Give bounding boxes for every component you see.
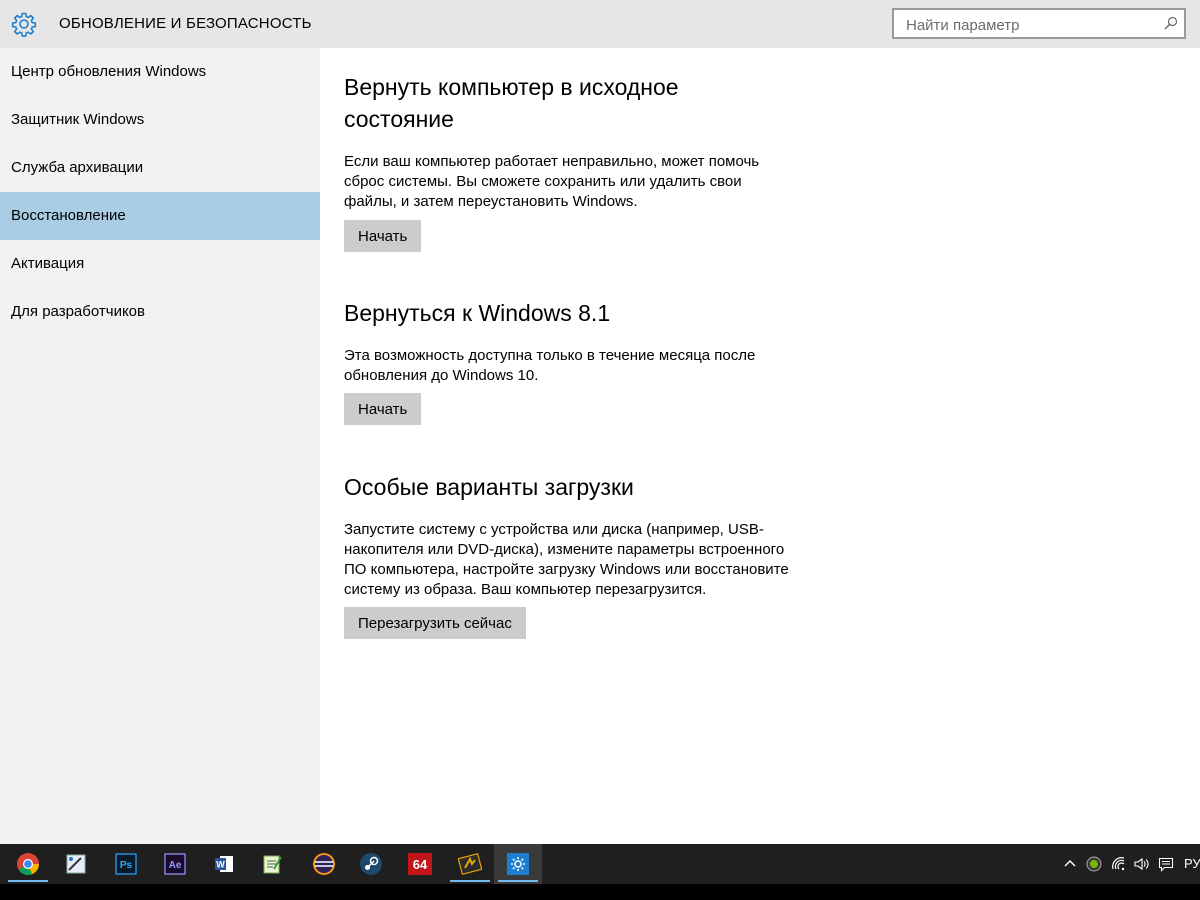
- taskbar-app-eclipse[interactable]: [300, 844, 348, 884]
- svg-text:Ae: Ae: [169, 860, 182, 871]
- taskbar: Ps Ae W 64 РУ: [0, 844, 1200, 884]
- sidebar: Центр обновления Windows Защитник Window…: [0, 48, 320, 844]
- sidebar-item-windows-update[interactable]: Центр обновления Windows: [0, 48, 320, 96]
- search-input[interactable]: [904, 15, 1158, 35]
- after-effects-icon: Ae: [164, 853, 186, 875]
- restart-now-button[interactable]: Перезагрузить сейчас: [344, 607, 526, 639]
- svg-text:Ps: Ps: [120, 860, 133, 871]
- aida64-icon: 64: [408, 853, 432, 875]
- nvidia-icon[interactable]: [1086, 856, 1102, 872]
- sidebar-item-windows-defender[interactable]: Защитник Windows: [0, 96, 320, 144]
- sidebar-item-recovery[interactable]: Восстановление: [0, 192, 320, 240]
- taskbar-app-winamp[interactable]: [446, 844, 494, 884]
- taskbar-app-paint[interactable]: [52, 844, 100, 884]
- search-icon[interactable]: [1164, 16, 1178, 30]
- taskbar-app-aida64[interactable]: 64: [396, 844, 444, 884]
- section-description-advanced-startup: Запустите систему с устройства или диска…: [344, 521, 789, 598]
- taskbar-app-word[interactable]: W: [200, 844, 248, 884]
- header-bar: ОБНОВЛЕНИЕ И БЕЗОПАСНОСТЬ: [0, 0, 1200, 48]
- taskbar-app-after-effects[interactable]: Ae: [151, 844, 199, 884]
- steam-icon: [360, 853, 382, 875]
- gear-icon: [11, 12, 37, 37]
- svg-text:64: 64: [413, 857, 428, 872]
- taskbar-app-steam[interactable]: [347, 844, 395, 884]
- winamp-icon: [458, 852, 482, 876]
- paint-icon: [66, 854, 86, 874]
- network-icon[interactable]: [1111, 856, 1127, 872]
- reset-pc-start-button[interactable]: Начать: [344, 220, 422, 252]
- chevron-up-icon[interactable]: [1062, 856, 1078, 872]
- section-title-advanced-startup: Особые варианты загрузки: [344, 474, 634, 500]
- svg-text:W: W: [216, 860, 225, 870]
- notepad-plus-plus-icon: [263, 855, 282, 874]
- page-title: ОБНОВЛЕНИЕ И БЕЗОПАСНОСТЬ: [59, 15, 312, 32]
- taskbar-app-settings[interactable]: [494, 844, 542, 884]
- section-description-go-back-windows-81: Эта возможность доступна только в течени…: [344, 347, 756, 384]
- taskbar-app-photoshop[interactable]: Ps: [102, 844, 150, 884]
- language-indicator[interactable]: РУ: [1184, 856, 1200, 871]
- section-title-reset-pc: Вернуть компьютер в исходное состояние: [344, 74, 679, 132]
- chrome-icon: [17, 853, 39, 875]
- search-box[interactable]: [892, 8, 1186, 39]
- section-title-go-back-windows-81: Вернуться к Windows 8.1: [344, 300, 611, 326]
- photoshop-icon: Ps: [115, 853, 137, 875]
- section-description-reset-pc: Если ваш компьютер работает неправильно,…: [344, 153, 760, 210]
- sidebar-item-activation[interactable]: Активация: [0, 240, 320, 288]
- sidebar-item-for-developers[interactable]: Для разработчиков: [0, 288, 320, 336]
- sidebar-item-backup[interactable]: Служба архивации: [0, 144, 320, 192]
- taskbar-app-notepad-plus-plus[interactable]: [248, 844, 296, 884]
- go-back-start-button[interactable]: Начать: [344, 393, 422, 425]
- action-center-icon[interactable]: [1158, 856, 1174, 872]
- taskbar-app-chrome[interactable]: [4, 844, 52, 884]
- volume-icon[interactable]: [1133, 856, 1149, 872]
- word-icon: W: [215, 856, 233, 872]
- settings-icon: [507, 853, 529, 875]
- screen-bottom-edge: [0, 884, 1200, 900]
- eclipse-icon: [313, 853, 335, 875]
